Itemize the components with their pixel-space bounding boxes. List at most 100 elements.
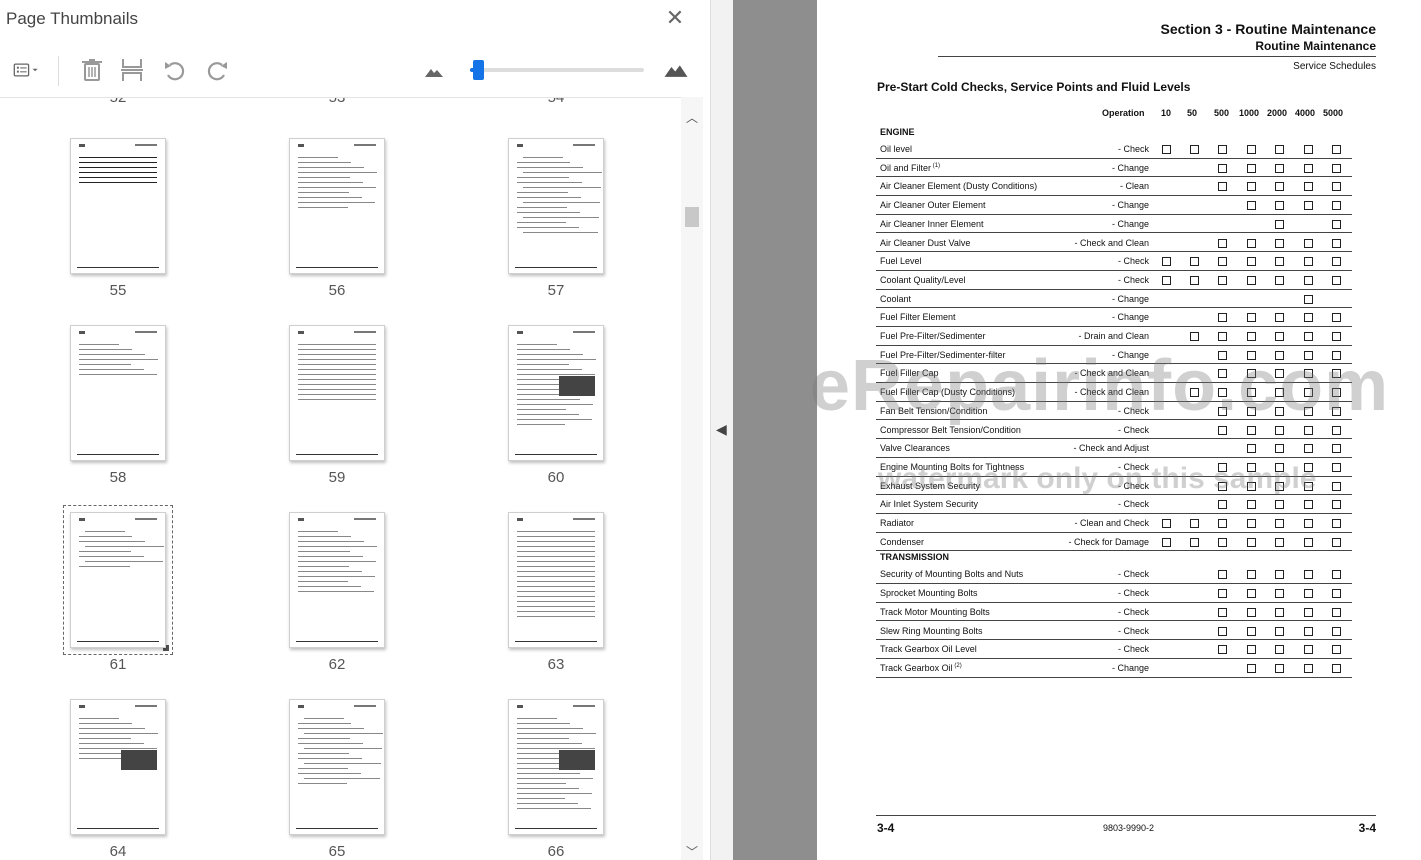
page-thumbnail[interactable]: 59: [237, 325, 437, 505]
page-text-line: [298, 783, 347, 784]
page-heading: Pre-Start Cold Checks, Service Points an…: [877, 80, 1191, 94]
page-text-line: [79, 162, 157, 163]
large-mountain-icon[interactable]: [659, 56, 693, 84]
scrollbar-thumb[interactable]: [685, 207, 699, 227]
operation-label: - Check for Damage: [1068, 536, 1149, 547]
page-thumbnail[interactable]: 57: [456, 138, 656, 318]
page-text-line: [517, 783, 566, 784]
interval-checkbox: [1275, 607, 1284, 617]
insert-page-icon[interactable]: [118, 56, 146, 84]
trash-icon[interactable]: [78, 56, 106, 84]
page-text-line: [298, 541, 364, 542]
page-text-line: [517, 344, 557, 345]
page-footer-line: [515, 267, 597, 268]
page-thumbnail[interactable]: 61: [18, 505, 218, 692]
column-header: Operation: [1102, 108, 1145, 118]
page-text-line: [523, 202, 600, 203]
close-icon[interactable]: ✕: [664, 7, 686, 29]
interval-checkbox: [1304, 313, 1313, 323]
column-header: 4000: [1295, 108, 1316, 118]
page-text-line: [79, 743, 144, 744]
interval-checkbox: [1304, 663, 1313, 673]
table-section-label: TRANSMISSION: [880, 552, 950, 563]
page-thumbnail[interactable]: 60: [456, 325, 656, 505]
thumbnail-page-image: [70, 512, 166, 648]
interval-checkbox: [1275, 589, 1284, 599]
table-row: Security of Mounting Bolts and Nuts - Che…: [876, 565, 1352, 585]
thumbnail-page-image: [70, 325, 166, 461]
item-label: Air Cleaner Inner Element: [880, 218, 984, 229]
page-footer-line: [77, 454, 159, 455]
table-row: Slew Ring Mounting Bolts - Check: [876, 622, 1352, 641]
table-row: Track Gearbox Oil (2) - Change: [876, 659, 1352, 678]
page-thumbnail[interactable]: 55: [18, 138, 218, 318]
operation-label: - Check: [1117, 499, 1149, 510]
table-row: Oil and Filter (1) - Change: [876, 159, 1352, 178]
page-text-line: [517, 541, 595, 542]
page-thumbnail[interactable]: 63: [456, 512, 656, 692]
interval-checkbox: [1304, 294, 1313, 304]
collapse-panel-icon[interactable]: ◀: [716, 421, 728, 439]
page-thumbnail[interactable]: 65: [237, 699, 437, 860]
thumbnail-page-number: 63: [547, 656, 565, 673]
interval-checkbox: [1247, 537, 1256, 547]
page-text-line: [517, 561, 595, 562]
page-text-line: [523, 217, 599, 218]
interval-checkbox: [1247, 238, 1256, 248]
page-text-line: [517, 399, 580, 400]
page-thumbnail[interactable]: 56: [237, 138, 437, 318]
item-label: Air Inlet System Security: [880, 499, 979, 510]
page-logo: [517, 518, 523, 521]
thumbnail-scroll-area[interactable]: 52 53 54 55 56 57 58 59 60 61 62 63 64 65 66: [0, 97, 681, 860]
page-text-line: [298, 566, 349, 567]
document-page: Section 3 - Routine Maintenance Routine …: [818, 0, 1421, 860]
page-text-line: [517, 743, 582, 744]
header-rule: [938, 56, 1376, 57]
page-text-line: [517, 349, 570, 350]
interval-checkbox: [1218, 519, 1227, 528]
section-title: Section 3 - Routine Maintenance: [1160, 21, 1376, 37]
page-text-line: [517, 728, 583, 729]
small-mountain-icon[interactable]: [420, 56, 448, 84]
interval-checkbox: [1218, 626, 1227, 636]
interval-checkbox: [1218, 537, 1227, 547]
page-text-line: [517, 803, 578, 804]
scroll-up-icon[interactable]: ︿: [685, 109, 699, 125]
interval-checkbox: [1247, 607, 1256, 617]
page-thumbnail[interactable]: 62: [237, 512, 437, 692]
page-text-line: [298, 561, 376, 562]
page-text-line: [517, 424, 565, 425]
page-text-line: [517, 222, 566, 223]
interval-checkbox: [1275, 537, 1284, 547]
interval-checkbox: [1275, 645, 1284, 655]
page-text-line: [298, 359, 376, 360]
thumbnail-options-icon[interactable]: [6, 56, 46, 84]
page-thumbnail[interactable]: 58: [18, 325, 218, 505]
thumbnail-page-number: 64: [109, 843, 127, 860]
page-text-line: [517, 354, 583, 355]
page-table-block: [559, 376, 595, 396]
interval-checkbox: [1218, 607, 1227, 617]
interval-checkbox: [1190, 275, 1199, 285]
page-text-line: [517, 359, 596, 360]
item-label: Track Motor Mounting Bolts: [880, 606, 990, 617]
page-thumbnail[interactable]: 66: [456, 699, 656, 860]
zoom-slider-handle[interactable]: [473, 60, 485, 80]
page-text-line: [79, 354, 145, 355]
interval-checkbox: [1332, 163, 1341, 173]
interval-checkbox: [1275, 313, 1284, 323]
interval-checkbox: [1332, 500, 1341, 510]
zoom-slider-track[interactable]: [470, 68, 644, 72]
page-text-line: [517, 556, 595, 557]
page-text-line: [79, 344, 119, 345]
rotate-clockwise-icon[interactable]: [203, 56, 231, 84]
page-text-line: [517, 536, 595, 537]
page-text-line: [298, 753, 349, 754]
scroll-down-icon[interactable]: ﹀: [685, 843, 699, 859]
page-logo: [517, 144, 523, 147]
item-label: Radiator: [880, 518, 915, 528]
vertical-scrollbar[interactable]: ︿ ﹀: [681, 97, 703, 860]
page-thumbnail[interactable]: 64: [18, 699, 218, 860]
item-label: Air Cleaner Dust Valve: [880, 237, 971, 248]
rotate-counterclockwise-icon[interactable]: [161, 56, 189, 84]
